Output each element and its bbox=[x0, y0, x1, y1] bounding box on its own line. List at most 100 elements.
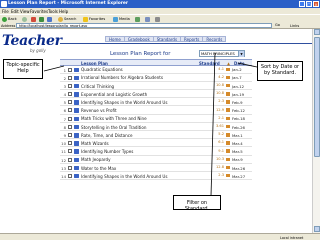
lesson-name-link[interactable]: Identifying Number Types bbox=[81, 149, 133, 154]
row-checkbox[interactable] bbox=[68, 75, 72, 80]
row-checkbox[interactable] bbox=[68, 116, 72, 121]
help-book-icon[interactable] bbox=[74, 116, 79, 122]
help-book-icon[interactable] bbox=[74, 157, 79, 163]
report-title: Lesson Plan Report for bbox=[110, 51, 171, 57]
row-number: 2 bbox=[63, 75, 66, 81]
lesson-name-link[interactable]: Critical Thinking bbox=[81, 84, 114, 89]
table-row: 4 Exponential and Logistic Growth 10.8 Jan-… bbox=[60, 90, 252, 99]
minimize-button[interactable]: _ bbox=[299, 1, 305, 7]
lesson-name-link[interactable]: Identifying Shapes in the World Around U… bbox=[81, 174, 168, 179]
lesson-name-link[interactable]: Irrational Numbers for Algebra Students bbox=[81, 75, 163, 80]
maximize-button[interactable]: □ bbox=[306, 1, 312, 7]
scroll-thumb[interactable] bbox=[314, 37, 320, 157]
browser-toolbar: Back Search Favorites Media bbox=[0, 14, 320, 22]
lesson-date: Feb-18 bbox=[232, 116, 245, 122]
teacher-logo[interactable]: Teacher bbox=[2, 33, 62, 49]
row-checkbox[interactable] bbox=[68, 149, 72, 154]
help-book-icon[interactable] bbox=[74, 83, 79, 89]
row-number: 4 bbox=[63, 92, 66, 98]
go-button[interactable]: Go bbox=[275, 23, 280, 27]
lesson-name-link[interactable]: Revenue vs Profit bbox=[81, 108, 117, 113]
standard-value: 10.8 bbox=[215, 83, 224, 88]
help-book-icon[interactable] bbox=[74, 165, 79, 171]
row-checkbox[interactable] bbox=[68, 100, 72, 105]
row-number: 9 bbox=[63, 133, 66, 138]
scroll-up-arrow[interactable] bbox=[314, 29, 320, 35]
row-number: 1 bbox=[63, 67, 66, 73]
row-checkbox[interactable] bbox=[68, 173, 72, 178]
forward-arrow-icon bbox=[22, 16, 27, 22]
lesson-date: Mar-1 bbox=[232, 132, 243, 138]
help-book-icon[interactable] bbox=[74, 141, 79, 146]
row-checkbox[interactable] bbox=[68, 124, 72, 129]
lesson-date: Mar-26 bbox=[232, 165, 246, 171]
lesson-name-link[interactable]: Exponential and Logistic Growth bbox=[81, 92, 147, 97]
row-checkbox[interactable] bbox=[68, 165, 72, 170]
row-checkbox[interactable] bbox=[68, 157, 72, 162]
row-number: 13 bbox=[61, 165, 66, 171]
help-book-icon[interactable] bbox=[74, 108, 79, 113]
help-book-icon[interactable] bbox=[74, 133, 79, 138]
lesson-name-link[interactable]: Identifying Shapes in the World Around U… bbox=[81, 100, 168, 105]
row-checkbox[interactable] bbox=[68, 67, 72, 72]
lesson-name-link[interactable]: Storytelling in the Oral Tradition bbox=[81, 125, 146, 130]
table-row: 2 Irrational Numbers for Algebra Students… bbox=[60, 74, 252, 82]
standard-marker-icon bbox=[226, 83, 230, 88]
nav-home[interactable]: Home bbox=[106, 37, 125, 42]
table-row: 13 Water to the Max 12.8 Mar-26 bbox=[60, 164, 252, 172]
row-checkbox[interactable] bbox=[68, 92, 72, 97]
vertical-scrollbar[interactable] bbox=[312, 29, 320, 233]
row-number: 7 bbox=[63, 116, 66, 122]
standard-marker-icon bbox=[226, 165, 230, 170]
row-number: 6 bbox=[63, 108, 66, 114]
lesson-name-link[interactable]: Math Tricks with Three and Nine bbox=[81, 116, 147, 121]
table-body: 1 Quadratic Equations 4.1 Jan-2 2 Irrational … bbox=[60, 66, 252, 181]
stop-icon bbox=[31, 16, 36, 22]
row-checkbox[interactable] bbox=[68, 133, 72, 137]
standard-value: 6.1 bbox=[218, 140, 224, 145]
lesson-date: Mar-5 bbox=[232, 149, 243, 155]
standard-value: 12.9 bbox=[215, 107, 224, 112]
row-number: 8 bbox=[63, 124, 66, 130]
lesson-name-link[interactable]: Math Wizards bbox=[81, 141, 109, 146]
nav-divider bbox=[60, 43, 312, 44]
nav-standards[interactable]: Standards bbox=[154, 37, 182, 42]
row-number: 14 bbox=[61, 173, 66, 179]
lesson-name-link[interactable]: Rate, Time, and Distance bbox=[81, 133, 133, 138]
row-checkbox[interactable] bbox=[68, 141, 72, 146]
help-book-icon[interactable] bbox=[74, 149, 79, 154]
address-input[interactable]: http://localhost/lessonplan/lp_report.as… bbox=[16, 23, 272, 28]
scroll-down-arrow[interactable] bbox=[314, 226, 320, 232]
standard-value: 10.3 bbox=[215, 156, 224, 161]
nav-records[interactable]: Records bbox=[203, 37, 225, 42]
close-button[interactable]: × bbox=[313, 1, 319, 7]
help-book-icon[interactable] bbox=[74, 173, 79, 179]
help-book-icon[interactable] bbox=[74, 124, 79, 130]
lesson-name-link[interactable]: Math Jeopardy bbox=[81, 157, 111, 162]
lesson-date: Jan-19 bbox=[232, 91, 245, 97]
print-icon bbox=[155, 16, 160, 22]
search-icon bbox=[58, 16, 63, 22]
nav-gradebook[interactable]: Gradebook bbox=[125, 37, 154, 42]
row-checkbox[interactable] bbox=[68, 108, 72, 113]
links-button[interactable]: Links bbox=[290, 24, 299, 28]
lesson-name-link[interactable]: Water to the Max bbox=[81, 166, 116, 171]
help-book-icon[interactable] bbox=[74, 75, 79, 81]
address-bar: Address http://localhost/lessonplan/lp_r… bbox=[0, 22, 320, 29]
standard-value: 2.3 bbox=[218, 173, 224, 178]
standard-filter-select[interactable]: MATH PRINCIPLES ▼ bbox=[199, 49, 245, 57]
lesson-name-link[interactable]: Quadratic Equations bbox=[81, 67, 123, 72]
help-book-icon[interactable] bbox=[74, 67, 79, 72]
table-row: 3 Critical Thinking 10.8 Jan-12 bbox=[60, 82, 252, 91]
ie-icon bbox=[1, 1, 7, 7]
help-book-icon[interactable] bbox=[74, 100, 79, 105]
nav-reports[interactable]: Reports bbox=[181, 37, 204, 42]
help-book-icon[interactable] bbox=[74, 92, 79, 97]
row-checkbox[interactable] bbox=[68, 83, 72, 88]
row-number: 11 bbox=[61, 149, 66, 155]
chevron-down-icon[interactable]: ▼ bbox=[238, 50, 244, 57]
status-zone: Local intranet bbox=[280, 235, 304, 240]
table-row: 10 Math Wizards 6.1 Mar-4 bbox=[60, 139, 252, 148]
table-row: 1 Quadratic Equations 4.1 Jan-2 bbox=[60, 66, 252, 74]
history-icon bbox=[135, 16, 140, 22]
